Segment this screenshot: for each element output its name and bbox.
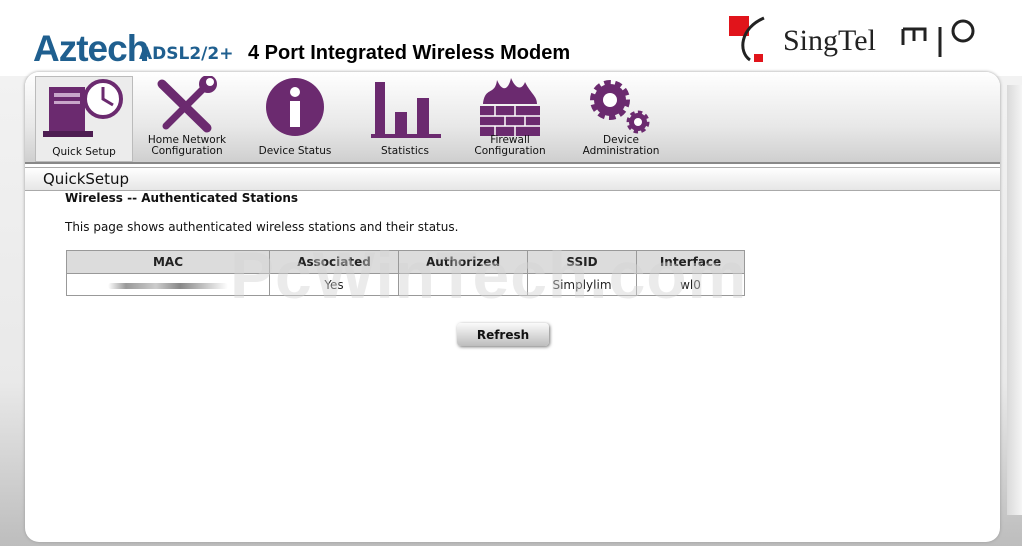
nav-home-network[interactable]: Home Network Configuration (137, 76, 237, 160)
info-icon (266, 78, 324, 136)
nav-device-status[interactable]: Device Status (247, 76, 343, 160)
page-title: 4 Port Integrated Wireless Modem (248, 42, 571, 64)
redacted-mac (108, 282, 228, 289)
column-header-interface: Interface (636, 250, 745, 274)
singtel-logo-icon (729, 16, 765, 62)
tools-icon (157, 76, 217, 133)
section-description: This page shows authenticated wireless s… (65, 220, 459, 234)
navigation-bar: Quick Setup Home Network Configuration D… (25, 72, 1000, 164)
nav-label: Statistics (381, 145, 429, 157)
operator-name: SingTel (783, 24, 876, 57)
nav-quick-setup[interactable]: Quick Setup (35, 76, 133, 162)
cell-mac (66, 273, 270, 296)
column-header-mac: MAC (66, 250, 270, 274)
nav-label: Device Status (258, 145, 332, 157)
table-header-row: MAC Associated Authorized SSID Interface (66, 250, 745, 274)
column-header-ssid: SSID (527, 250, 637, 274)
nav-statistics[interactable]: Statistics (360, 76, 450, 160)
breadcrumb: QuickSetup (25, 167, 1000, 191)
stations-table: MAC Associated Authorized SSID Interface… (66, 250, 745, 296)
refresh-button[interactable]: Refresh (457, 323, 549, 346)
nav-label: Device Administration (582, 134, 660, 157)
table-row: Yes Simplylim wl0 (66, 273, 745, 296)
nav-label: Home Network Configuration (147, 134, 227, 157)
nav-label: Quick Setup (52, 146, 116, 158)
model-label: ADSL2/2+ (139, 44, 234, 64)
header: Aztech ADSL2/2+ 4 Port Integrated Wirele… (0, 0, 1022, 76)
main-panel: Quick Setup Home Network Configuration D… (25, 72, 1000, 542)
bar-chart-icon (371, 82, 441, 138)
computer-clock-icon (43, 79, 123, 137)
breadcrumb-label: QuickSetup (43, 170, 130, 188)
cell-associated: Yes (269, 273, 399, 296)
nav-firewall[interactable]: Firewall Configuration (465, 76, 555, 160)
page-background: Aztech ADSL2/2+ 4 Port Integrated Wirele… (0, 0, 1022, 546)
cell-ssid: Simplylim (527, 273, 637, 296)
nav-device-admin[interactable]: Device Administration (573, 76, 669, 160)
right-edge (1007, 85, 1022, 515)
brand-logo: Aztech (33, 28, 149, 69)
firewall-icon (480, 78, 540, 136)
cell-interface: wl0 (636, 273, 745, 296)
section-heading: Wireless -- Authenticated Stations (65, 191, 299, 205)
column-header-associated: Associated (269, 250, 399, 274)
cell-authorized (398, 273, 528, 296)
nav-label: Firewall Configuration (474, 134, 546, 157)
mio-logo-icon (901, 19, 975, 57)
gears-icon (590, 80, 650, 134)
column-header-authorized: Authorized (398, 250, 528, 274)
